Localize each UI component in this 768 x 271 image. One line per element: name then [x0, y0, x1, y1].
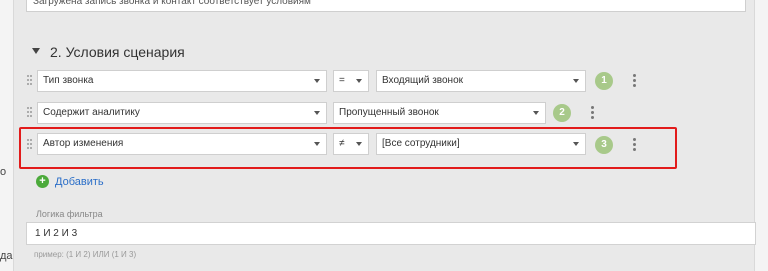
condition-field-select[interactable]: Содержит аналитику: [37, 102, 327, 124]
condition-value-text: Входящий звонок: [382, 75, 464, 86]
chevron-down-icon: [533, 111, 539, 115]
drag-handle-icon[interactable]: [27, 75, 32, 87]
collapse-caret-icon[interactable]: [32, 48, 40, 54]
more-options-icon[interactable]: [590, 106, 594, 120]
add-icon[interactable]: +: [36, 175, 49, 188]
condition-number-badge: 2: [553, 104, 571, 122]
more-options-icon[interactable]: [632, 74, 636, 88]
chevron-down-icon: [314, 79, 320, 83]
chevron-down-icon: [314, 111, 320, 115]
condition-number-badge: 1: [595, 72, 613, 90]
condition-field-value: Тип звонка: [43, 75, 94, 86]
filter-logic-label: Логика фильтра: [36, 209, 103, 219]
section-title: 2. Условия сценария: [50, 44, 185, 60]
condition-operator-value: =: [339, 75, 345, 86]
condition-field-select[interactable]: Тип звонка: [37, 70, 327, 92]
condition-value-select[interactable]: Пропущенный звонок: [333, 102, 546, 124]
condition-value-text: Пропущенный звонок: [339, 107, 439, 118]
description-textarea[interactable]: Загружена запись звонка и контакт соотве…: [26, 0, 746, 12]
chevron-down-icon: [573, 79, 579, 83]
left-panel-text-fragment: о: [0, 166, 7, 178]
add-condition-link[interactable]: Добавить: [55, 176, 104, 188]
highlight-frame: [19, 127, 677, 169]
condition-operator-select[interactable]: =: [333, 70, 369, 92]
left-panel-text-fragment-2: да: [0, 250, 13, 262]
condition-value-select[interactable]: Входящий звонок: [376, 70, 586, 92]
filter-logic-example: пример: (1 И 2) ИЛИ (1 И 3): [34, 250, 137, 259]
left-panel-edge: [0, 0, 14, 271]
condition-field-value: Содержит аналитику: [43, 107, 140, 118]
filter-logic-input[interactable]: 1 И 2 И 3: [26, 222, 756, 245]
right-panel-edge: [754, 0, 768, 271]
chevron-down-icon: [356, 79, 362, 83]
drag-handle-icon[interactable]: [27, 107, 32, 119]
